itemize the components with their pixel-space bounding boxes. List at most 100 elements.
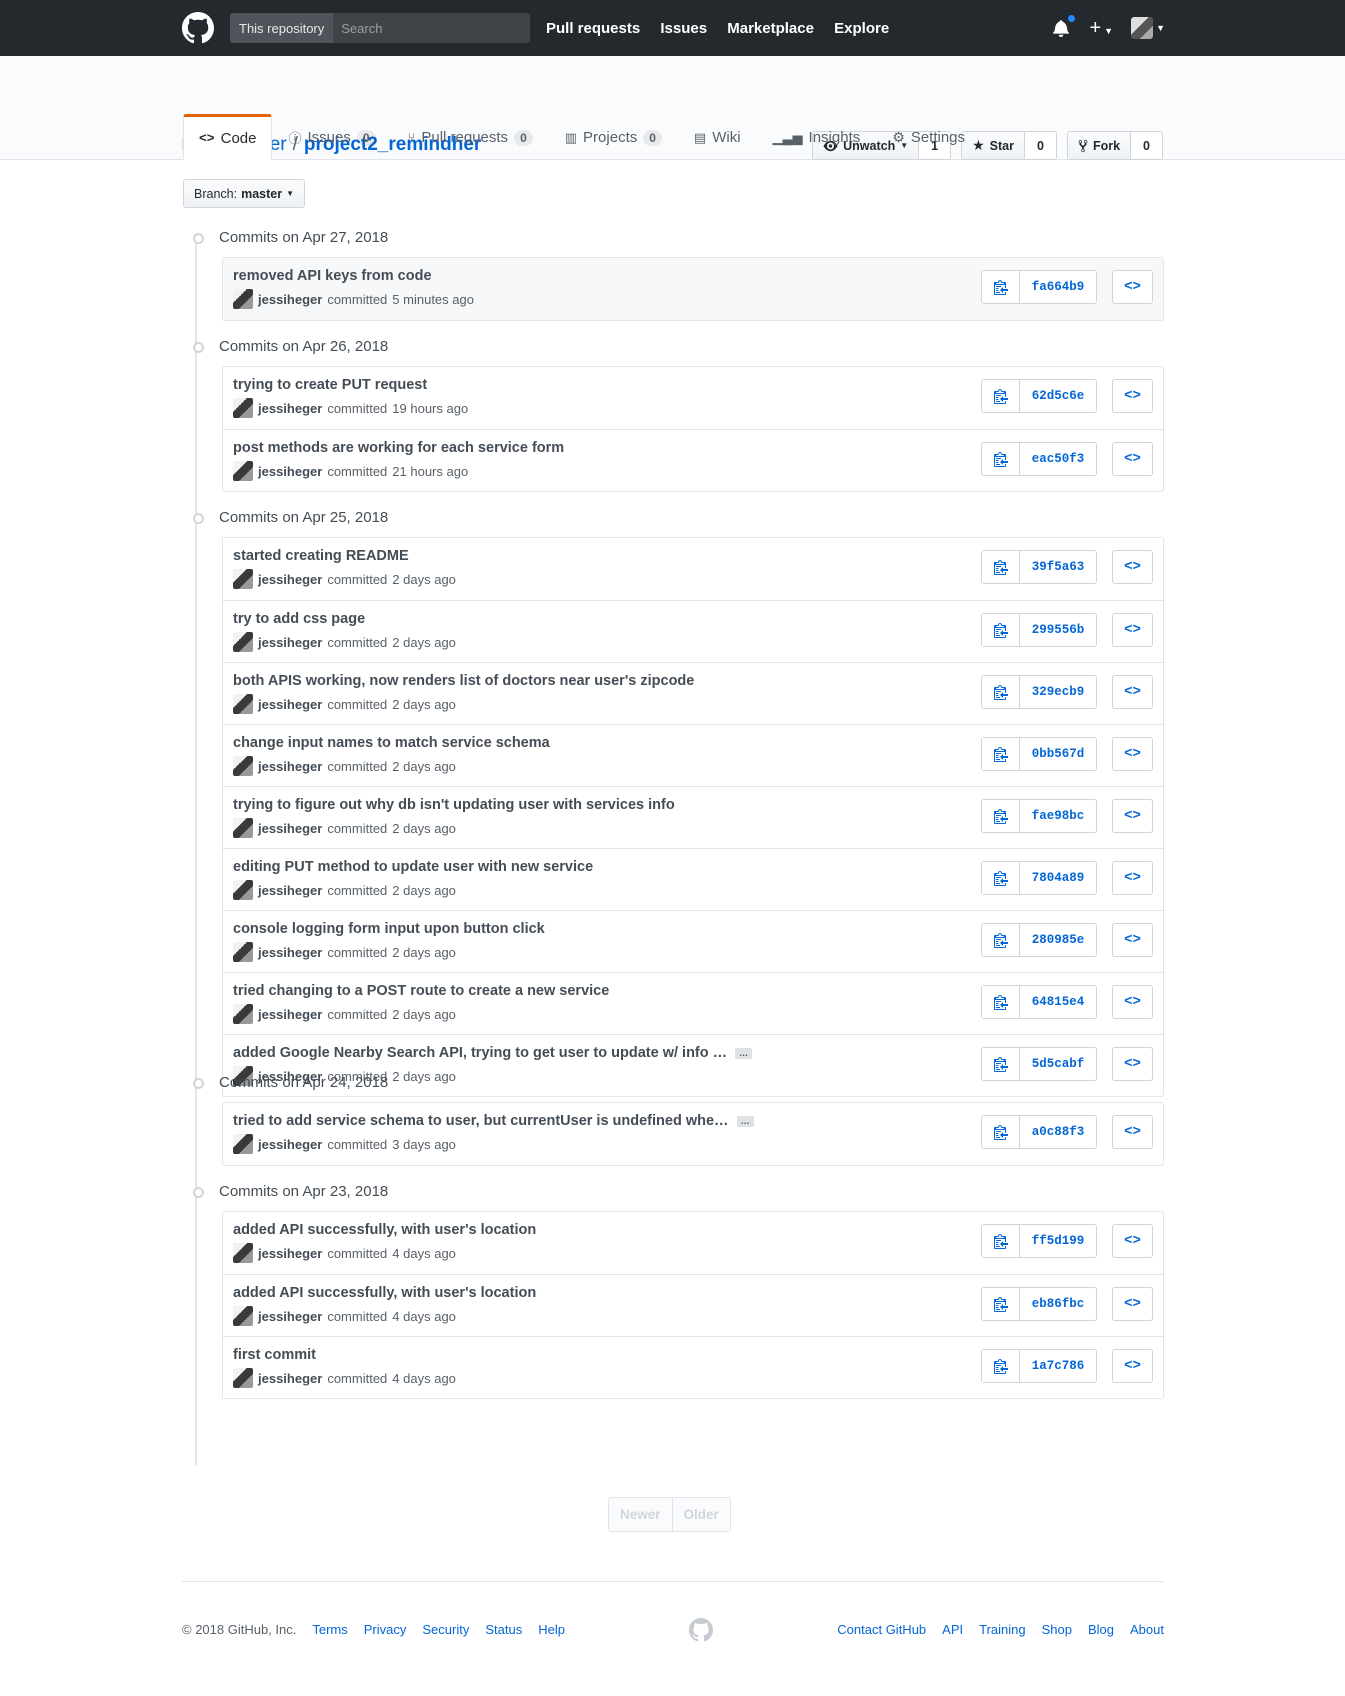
copy-sha-button[interactable]	[982, 1350, 1020, 1382]
tab-insights[interactable]: ▁▃▅ Insights	[757, 114, 877, 160]
browse-repo-at-commit-button[interactable]: <>	[1112, 1115, 1153, 1149]
copy-sha-button[interactable]	[982, 614, 1020, 646]
search-scope-label[interactable]: This repository	[230, 13, 334, 43]
footer-link-api[interactable]: API	[942, 1622, 963, 1637]
branch-select-button[interactable]: Branch: master ▼	[183, 179, 306, 208]
older-button[interactable]: Older	[671, 1498, 730, 1531]
browse-repo-at-commit-button[interactable]: <>	[1112, 985, 1153, 1019]
notifications-bell-icon[interactable]	[1053, 14, 1077, 37]
commit-message-link[interactable]: post methods are working for each servic…	[233, 440, 564, 456]
footer-link-contact[interactable]: Contact GitHub	[837, 1622, 926, 1637]
copy-sha-button[interactable]	[982, 1225, 1020, 1257]
search-input[interactable]	[333, 13, 530, 43]
commit-message-link[interactable]: first commit	[233, 1347, 316, 1363]
browse-repo-at-commit-button[interactable]: <>	[1112, 737, 1153, 771]
avatar[interactable]	[233, 1243, 253, 1263]
nav-marketplace[interactable]: Marketplace	[727, 20, 814, 37]
browse-repo-at-commit-button[interactable]: <>	[1112, 1349, 1153, 1383]
commit-author-link[interactable]: jessiheger	[258, 945, 322, 960]
commit-message-link[interactable]: added API successfully, with user's loca…	[233, 1222, 536, 1238]
commit-author-link[interactable]: jessiheger	[258, 759, 322, 774]
copy-sha-button[interactable]	[982, 380, 1020, 412]
avatar[interactable]	[233, 1134, 253, 1154]
browse-repo-at-commit-button[interactable]: <>	[1112, 799, 1153, 833]
avatar[interactable]	[233, 818, 253, 838]
commit-author-link[interactable]: jessiheger	[258, 401, 322, 416]
browse-repo-at-commit-button[interactable]: <>	[1112, 442, 1153, 476]
avatar[interactable]	[233, 461, 253, 481]
tab-wiki[interactable]: ▤ Wiki	[678, 114, 757, 160]
browse-repo-at-commit-button[interactable]: <>	[1112, 270, 1153, 304]
avatar[interactable]	[233, 1306, 253, 1326]
tab-settings[interactable]: ⚙ Settings	[876, 114, 981, 160]
commit-sha-link[interactable]: eb86fbc	[1020, 1288, 1096, 1320]
commit-message-link[interactable]: trying to create PUT request	[233, 377, 427, 393]
footer-link-security[interactable]: Security	[422, 1622, 469, 1637]
expand-message-button[interactable]: …	[735, 1047, 753, 1059]
copy-sha-button[interactable]	[982, 1288, 1020, 1320]
commit-sha-link[interactable]: 39f5a63	[1020, 551, 1096, 583]
tab-issues[interactable]: ⓘ Issues 0	[272, 114, 391, 160]
newer-button[interactable]: Newer	[609, 1498, 672, 1531]
fork-button[interactable]: Fork	[1067, 132, 1132, 159]
commit-author-link[interactable]: jessiheger	[258, 572, 322, 587]
commit-author-link[interactable]: jessiheger	[258, 1007, 322, 1022]
copy-sha-button[interactable]	[982, 443, 1020, 475]
create-new-dropdown[interactable]: + ▼	[1089, 18, 1113, 38]
tab-projects[interactable]: ▥ Projects 0	[549, 114, 678, 160]
copy-sha-button[interactable]	[982, 924, 1020, 956]
commit-message-link[interactable]: started creating README	[233, 548, 409, 564]
avatar[interactable]	[233, 632, 253, 652]
avatar[interactable]	[233, 880, 253, 900]
avatar[interactable]	[233, 398, 253, 418]
commit-message-link[interactable]: console logging form input upon button c…	[233, 921, 545, 937]
commit-sha-link[interactable]: 0bb567d	[1020, 738, 1096, 770]
tab-code[interactable]: <> Code	[183, 114, 273, 160]
commit-sha-link[interactable]: 7804a89	[1020, 862, 1096, 894]
footer-link-privacy[interactable]: Privacy	[364, 1622, 407, 1637]
commit-sha-link[interactable]: eac50f3	[1020, 443, 1096, 475]
nav-issues[interactable]: Issues	[660, 20, 707, 37]
commit-author-link[interactable]: jessiheger	[258, 292, 322, 307]
github-logo-icon[interactable]	[180, 10, 216, 46]
nav-explore[interactable]: Explore	[834, 20, 889, 37]
footer-link-status[interactable]: Status	[485, 1622, 522, 1637]
browse-repo-at-commit-button[interactable]: <>	[1112, 1224, 1153, 1258]
browse-repo-at-commit-button[interactable]: <>	[1112, 1287, 1153, 1321]
nav-pull-requests[interactable]: Pull requests	[546, 20, 640, 37]
browse-repo-at-commit-button[interactable]: <>	[1112, 675, 1153, 709]
commit-author-link[interactable]: jessiheger	[258, 883, 322, 898]
commit-sha-link[interactable]: ff5d199	[1020, 1225, 1096, 1257]
avatar[interactable]	[233, 289, 253, 309]
avatar[interactable]	[233, 1368, 253, 1388]
footer-link-about[interactable]: About	[1130, 1622, 1164, 1637]
commit-author-link[interactable]: jessiheger	[258, 697, 322, 712]
commit-sha-link[interactable]: fa664b9	[1020, 271, 1096, 303]
browse-repo-at-commit-button[interactable]: <>	[1112, 379, 1153, 413]
copy-sha-button[interactable]	[982, 271, 1020, 303]
commit-author-link[interactable]: jessiheger	[258, 1309, 322, 1324]
commit-message-link[interactable]: tried changing to a POST route to create…	[233, 983, 609, 999]
commit-message-link[interactable]: added API successfully, with user's loca…	[233, 1285, 536, 1301]
avatar[interactable]	[233, 694, 253, 714]
avatar[interactable]	[233, 569, 253, 589]
copy-sha-button[interactable]	[982, 986, 1020, 1018]
commit-author-link[interactable]: jessiheger	[258, 1137, 322, 1152]
commit-message-link[interactable]: removed API keys from code	[233, 268, 432, 284]
footer-link-terms[interactable]: Terms	[312, 1622, 347, 1637]
commit-sha-link[interactable]: 1a7c786	[1020, 1350, 1096, 1382]
footer-link-blog[interactable]: Blog	[1088, 1622, 1114, 1637]
copy-sha-button[interactable]	[982, 738, 1020, 770]
avatar[interactable]	[233, 1004, 253, 1024]
commit-sha-link[interactable]: 299556b	[1020, 614, 1096, 646]
commit-message-link[interactable]: trying to figure out why db isn't updati…	[233, 797, 675, 813]
commit-author-link[interactable]: jessiheger	[258, 635, 322, 650]
commit-sha-link[interactable]: 329ecb9	[1020, 676, 1096, 708]
avatar[interactable]	[233, 756, 253, 776]
commit-message-link[interactable]: change input names to match service sche…	[233, 735, 550, 751]
star-count[interactable]: 0	[1025, 132, 1056, 159]
user-menu-dropdown[interactable]: ▼	[1131, 17, 1165, 39]
footer-link-shop[interactable]: Shop	[1042, 1622, 1072, 1637]
expand-message-button[interactable]: …	[736, 1115, 754, 1127]
browse-repo-at-commit-button[interactable]: <>	[1112, 923, 1153, 957]
